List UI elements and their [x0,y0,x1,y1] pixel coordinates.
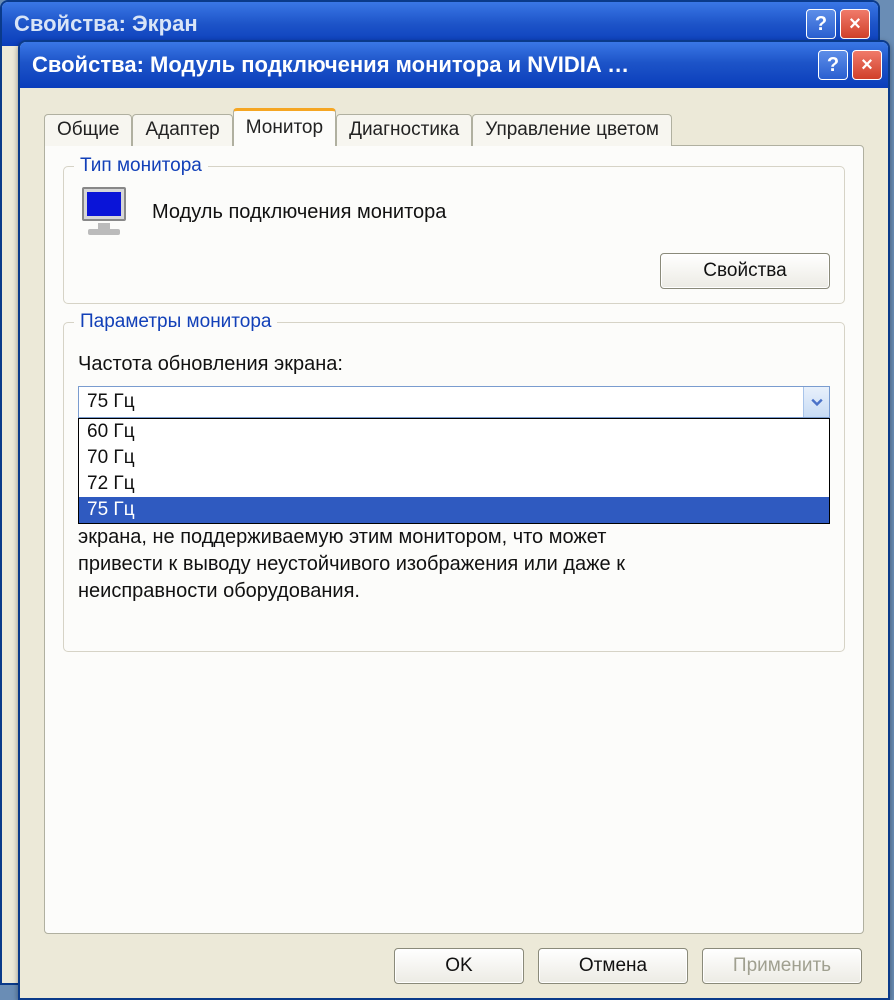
tab-page-monitor: Тип монитора Модуль подключения монитора… [44,145,864,934]
properties-button[interactable]: Свойства [660,253,830,289]
window-content: Общие Адаптер Монитор Диагностика Управл… [20,88,888,998]
refresh-rate-dropdown[interactable]: 60 Гц 70 Гц 72 Гц 75 Гц [78,418,830,524]
titlebar[interactable]: Свойства: Модуль подключения монитора и … [20,42,888,88]
apply-button[interactable]: Применить [702,948,862,984]
refresh-option-70[interactable]: 70 Гц [79,445,829,471]
refresh-rate-value: 75 Гц [79,391,803,413]
refresh-rate-combo[interactable]: 75 Гц [78,386,830,418]
monitor-type-group: Тип монитора Модуль подключения монитора… [63,166,845,304]
monitor-device-label: Модуль подключения монитора [152,201,446,224]
monitor-type-title: Тип монитора [74,155,208,177]
refresh-rate-label: Частота обновления экрана: [78,353,830,376]
hint-line-3: неисправности оборудования. [78,580,360,602]
monitor-params-group: Параметры монитора Частота обновления эк… [63,322,845,652]
monitor-params-title: Параметры монитора [74,311,277,333]
help-button-bg[interactable]: ? [806,9,836,39]
tab-diagnostics[interactable]: Диагностика [336,114,472,146]
help-icon: ? [815,13,827,36]
hint-line-1: экрана, не поддерживаемую этим монитором… [78,526,606,548]
tab-adapter[interactable]: Адаптер [132,114,232,146]
refresh-option-72[interactable]: 72 Гц [79,471,829,497]
hint-line-2: привести к выводу неустойчивого изображе… [78,553,625,575]
close-icon: × [861,54,873,77]
close-button-bg[interactable]: × [840,9,870,39]
cancel-button[interactable]: Отмена [538,948,688,984]
tab-monitor[interactable]: Монитор [233,108,336,146]
ok-button[interactable]: OK [394,948,524,984]
properties-window: Свойства: Модуль подключения монитора и … [18,40,890,1000]
hint-text: экрана, не поддерживаемую этим монитором… [78,524,830,605]
tab-general[interactable]: Общие [44,114,132,146]
background-window-title: Свойства: Экран [14,11,802,37]
combo-arrow[interactable] [803,387,829,417]
help-icon: ? [827,54,839,77]
tab-color-mgmt[interactable]: Управление цветом [472,114,672,146]
help-button[interactable]: ? [818,50,848,80]
dialog-buttons: OK Отмена Применить [44,934,864,984]
window-title: Свойства: Модуль подключения монитора и … [32,52,814,78]
chevron-down-icon [811,396,823,408]
tab-strip: Общие Адаптер Монитор Диагностика Управл… [44,108,864,146]
monitor-icon [78,185,132,239]
close-icon: × [849,13,861,36]
refresh-option-75[interactable]: 75 Гц [79,497,829,523]
refresh-option-60[interactable]: 60 Гц [79,419,829,445]
close-button[interactable]: × [852,50,882,80]
monitor-row: Модуль подключения монитора [78,185,830,239]
